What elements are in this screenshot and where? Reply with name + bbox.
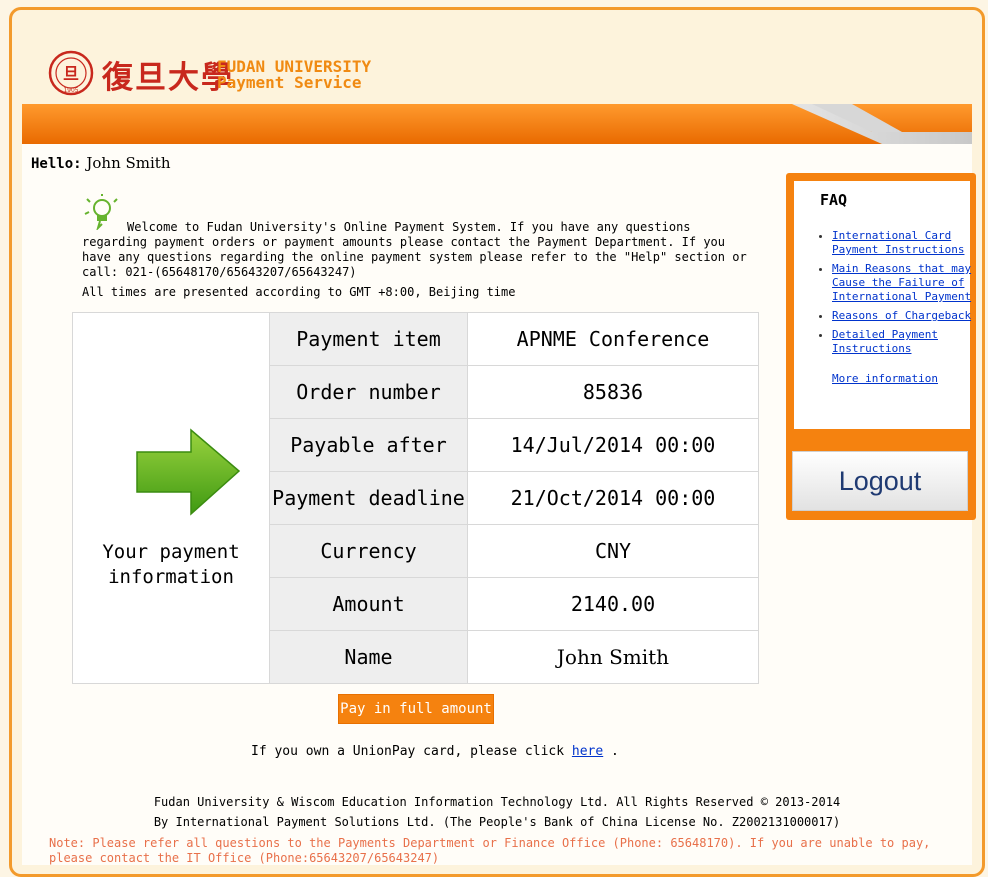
header-banner [22, 104, 972, 144]
footer-copyright: Fudan University & Wiscom Education Info… [153, 795, 841, 809]
faq-title: FAQ [820, 191, 848, 209]
university-name-chinese: 復旦大學 [102, 60, 234, 96]
row-label-payment-deadline: Payment deadline [269, 471, 468, 525]
row-value-order-number: 85836 [467, 365, 759, 419]
arrow-right-icon [136, 428, 241, 516]
timezone-note: All times are presented according to GMT… [82, 285, 516, 299]
row-label-payable-after: Payable after [269, 418, 468, 472]
payment-info-label: Your payment information [73, 540, 269, 590]
welcome-message: Welcome to Fudan University's Online Pay… [82, 220, 752, 280]
header: 旦 1905 復旦大學 FUDAN UNIVERSITY Payment Ser… [22, 40, 972, 144]
contact-note: Note: Please refer all questions to the … [49, 836, 931, 865]
greeting: Hello: John Smith [31, 154, 170, 172]
payment-info-side-panel: Your payment information [72, 312, 270, 684]
unionpay-notice: If you own a UnionPay card, please click… [251, 744, 619, 759]
faq-list: International Card Payment Instructions … [814, 229, 982, 361]
university-seal-icon: 旦 1905 [48, 50, 94, 96]
payment-info-table: Your payment information Payment item AP… [72, 312, 759, 684]
side-label-line2: information [108, 566, 234, 588]
row-label-currency: Currency [269, 524, 468, 578]
row-value-currency: CNY [467, 524, 759, 578]
row-value-payment-deadline: 21/Oct/2014 00:00 [467, 471, 759, 525]
user-name: John Smith [86, 154, 171, 172]
faq-panel: FAQ International Card Payment Instructi… [786, 173, 976, 520]
row-label-order-number: Order number [269, 365, 468, 419]
faq-item: Main Reasons that may Cause the Failure … [832, 262, 982, 304]
row-value-payable-after: 14/Jul/2014 00:00 [467, 418, 759, 472]
faq-link-international-card[interactable]: International Card Payment Instructions [832, 229, 964, 256]
row-label-amount: Amount [269, 577, 468, 631]
logout-button[interactable]: Logout [792, 451, 968, 511]
faq-item: Reasons of Chargeback [832, 309, 982, 323]
unionpay-text: If you own a UnionPay card, please click [251, 744, 565, 759]
faq-more-information-link[interactable]: More information [832, 372, 938, 385]
row-label-payment-item: Payment item [269, 312, 468, 366]
svg-text:旦: 旦 [63, 64, 79, 83]
faq-item: Detailed Payment Instructions [832, 328, 982, 356]
en-name-line2: Payment Service [217, 73, 362, 92]
row-value-payment-item: APNME Conference [467, 312, 759, 366]
faq-box: FAQ International Card Payment Instructi… [794, 181, 971, 429]
university-name-english: FUDAN UNIVERSITY Payment Service [217, 59, 371, 91]
faq-link-detailed-instructions[interactable]: Detailed Payment Instructions [832, 328, 938, 355]
faq-link-failure-reasons[interactable]: Main Reasons that may Cause the Failure … [832, 262, 971, 303]
greeting-label: Hello: [31, 156, 82, 172]
unionpay-text-after: . [611, 744, 619, 759]
footer-license: By International Payment Solutions Ltd. … [153, 815, 841, 829]
row-label-name: Name [269, 630, 468, 684]
pay-full-amount-button[interactable]: Pay in full amount [338, 694, 494, 724]
footer: Fudan University & Wiscom Education Info… [22, 792, 972, 832]
svg-text:1905: 1905 [63, 87, 78, 94]
unionpay-here-link[interactable]: here [572, 744, 603, 759]
row-value-name: John Smith [467, 630, 759, 684]
faq-item: International Card Payment Instructions [832, 229, 982, 257]
faq-link-chargeback[interactable]: Reasons of Chargeback [832, 309, 971, 322]
side-label-line1: Your payment [102, 541, 240, 563]
table-row: Your payment information Payment item AP… [72, 312, 759, 684]
welcome-text: Welcome to Fudan University's Online Pay… [82, 220, 747, 279]
row-value-amount: 2140.00 [467, 577, 759, 631]
